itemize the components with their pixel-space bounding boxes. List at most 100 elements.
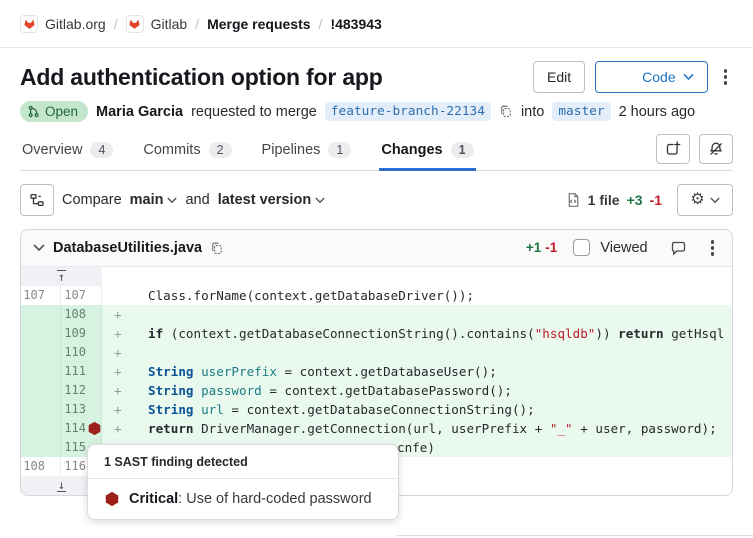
- code-content: +: [102, 305, 732, 324]
- meta-time-ago: 2 hours ago: [619, 104, 696, 120]
- new-line-number[interactable]: 111: [61, 362, 102, 381]
- content: Add authentication option for app Edit C…: [0, 61, 753, 496]
- author-name[interactable]: Maria Garcia: [96, 104, 183, 120]
- diff-line-110[interactable]: 110+: [21, 343, 732, 362]
- diff-settings-button[interactable]: ⚙: [677, 184, 733, 216]
- meta-row: Open Maria Garcia requested to merge fea…: [20, 101, 733, 122]
- head-version-dropdown[interactable]: latest version: [218, 192, 326, 208]
- breadcrumb-item[interactable]: Gitlab.org: [20, 15, 106, 33]
- old-line-number[interactable]: [21, 305, 61, 324]
- breadcrumb-separator: /: [319, 16, 323, 32]
- tab-buttons: [656, 134, 733, 170]
- status-badge: Open: [20, 101, 88, 122]
- new-line-number[interactable]: 107: [61, 286, 102, 305]
- old-line-number[interactable]: [21, 381, 61, 400]
- sast-finding-icon[interactable]: [87, 421, 102, 436]
- breadcrumb-item-label: Gitlab: [151, 16, 188, 32]
- code-button-label: Code: [642, 69, 675, 85]
- collapse-file-icon[interactable]: [33, 244, 45, 252]
- title-row: Add authentication option for app Edit C…: [20, 61, 733, 93]
- old-line-number[interactable]: [21, 438, 61, 457]
- breadcrumb: Gitlab.org/Gitlab/Merge requests/!483943: [0, 0, 753, 48]
- sast-description: : Use of hard-coded password: [178, 491, 371, 507]
- copy-file-path-icon[interactable]: [210, 241, 224, 256]
- code-button[interactable]: Code: [595, 61, 707, 93]
- target-branch-badge[interactable]: master: [552, 102, 610, 121]
- chevron-down-icon: [315, 197, 325, 204]
- old-line-number[interactable]: [21, 343, 61, 362]
- new-line-number[interactable]: 113: [61, 400, 102, 419]
- sast-popup-body[interactable]: Critical: Use of hard-coded password: [88, 479, 398, 519]
- diff-expand-up-row[interactable]: ↑: [21, 267, 732, 286]
- diff-sign: +: [114, 381, 122, 400]
- breadcrumb-item[interactable]: Gitlab: [126, 15, 188, 33]
- tab-count-badge: 1: [328, 142, 351, 158]
- base-version-dropdown[interactable]: main: [130, 192, 178, 208]
- comment-icon[interactable]: [670, 240, 687, 256]
- tab-commits[interactable]: Commits2: [141, 136, 233, 170]
- tab-label: Pipelines: [262, 142, 321, 158]
- code-text: String password = context.getDatabasePas…: [148, 383, 512, 398]
- add-to-review-button[interactable]: [656, 134, 690, 164]
- expand-down-icon: ↓: [57, 479, 66, 492]
- old-line-number[interactable]: 107: [21, 286, 61, 305]
- tab-count-badge: 2: [209, 142, 232, 158]
- diff-line-109[interactable]: 109+if (context.getDatabaseConnectionStr…: [21, 324, 732, 343]
- tab-overview[interactable]: Overview4: [20, 136, 115, 170]
- code-content: Class.forName(context.getDatabaseDriver(…: [102, 286, 732, 305]
- code-text: Class.forName(context.getDatabaseDriver(…: [148, 288, 474, 303]
- and-label: and: [185, 192, 209, 208]
- old-line-number[interactable]: 108: [21, 457, 61, 476]
- new-line-number[interactable]: 109: [61, 324, 102, 343]
- diff-line-108[interactable]: 108 +: [21, 305, 732, 324]
- diff-sign: +: [114, 305, 122, 324]
- old-line-number[interactable]: [21, 362, 61, 381]
- edit-button[interactable]: Edit: [533, 61, 585, 93]
- tab-label: Changes: [381, 142, 442, 158]
- gitlab-logo-icon: [126, 15, 144, 33]
- code-text: String url = context.getDatabaseConnecti…: [148, 402, 535, 417]
- title-actions: Edit Code: [533, 61, 733, 93]
- tab-pipelines[interactable]: Pipelines 1: [260, 136, 354, 170]
- sast-popup-title: 1 SAST finding detected: [88, 445, 398, 479]
- breadcrumb-separator: /: [114, 16, 118, 32]
- breadcrumb-item[interactable]: Merge requests: [207, 16, 310, 32]
- old-line-number[interactable]: [21, 419, 61, 438]
- breadcrumb-item-label: !483943: [330, 16, 381, 32]
- code-text: String userPrefix = context.getDatabaseU…: [148, 364, 497, 379]
- breadcrumb-item[interactable]: !483943: [330, 16, 381, 32]
- diff-line-114[interactable]: 114+return DriverManager.getConnection(u…: [21, 419, 732, 438]
- code-text: cnfe): [397, 440, 435, 455]
- sast-severity: Critical: [129, 491, 178, 507]
- meta-into-text: into: [521, 104, 544, 120]
- old-line-number[interactable]: [21, 324, 61, 343]
- diff-line-112[interactable]: 112 + String password = context.getDatabas…: [21, 381, 732, 400]
- tab-changes[interactable]: Changes1: [379, 136, 475, 170]
- code-content: +return DriverManager.getConnection(url,…: [102, 419, 732, 438]
- viewed-checkbox[interactable]: [573, 239, 590, 256]
- new-line-number[interactable]: 108: [61, 305, 102, 324]
- copy-branch-icon[interactable]: [499, 104, 513, 119]
- diff-sign: +: [114, 324, 122, 343]
- new-line-number[interactable]: 112: [61, 381, 102, 400]
- file-browser-toggle-button[interactable]: [20, 184, 54, 216]
- tab-count-badge: 4: [90, 142, 113, 158]
- code-content: +String url = context.getDatabaseConnect…: [102, 400, 732, 419]
- file-tree-icon: [29, 192, 45, 208]
- source-branch-badge[interactable]: feature-branch-22134: [325, 102, 491, 121]
- tabs: Overview4 Commits2 Pipelines 1 Changes1: [20, 136, 476, 170]
- file-name[interactable]: DatabaseUtilities.java: [53, 240, 202, 256]
- expand-up-gutter[interactable]: ↑: [21, 267, 102, 286]
- new-line-number[interactable]: 110: [61, 343, 102, 362]
- diff-line-111[interactable]: 111+String userPrefix = context.getDatab…: [21, 362, 732, 381]
- file-count: 1 file: [588, 192, 620, 208]
- old-line-number[interactable]: [21, 400, 61, 419]
- page-title: Add authentication option for app: [20, 64, 383, 91]
- diff-line-113[interactable]: 113+String url = context.getDatabaseConn…: [21, 400, 732, 419]
- file-options-icon[interactable]: [705, 234, 720, 261]
- diff-line-107[interactable]: 107107 Class.forName(context.getDatabaseD…: [21, 286, 732, 305]
- merge-request-page: Gitlab.org/Gitlab/Merge requests/!483943…: [0, 0, 753, 538]
- more-actions-icon[interactable]: [718, 63, 733, 90]
- bell-slash-icon: [708, 141, 724, 157]
- notifications-off-button[interactable]: [699, 134, 733, 164]
